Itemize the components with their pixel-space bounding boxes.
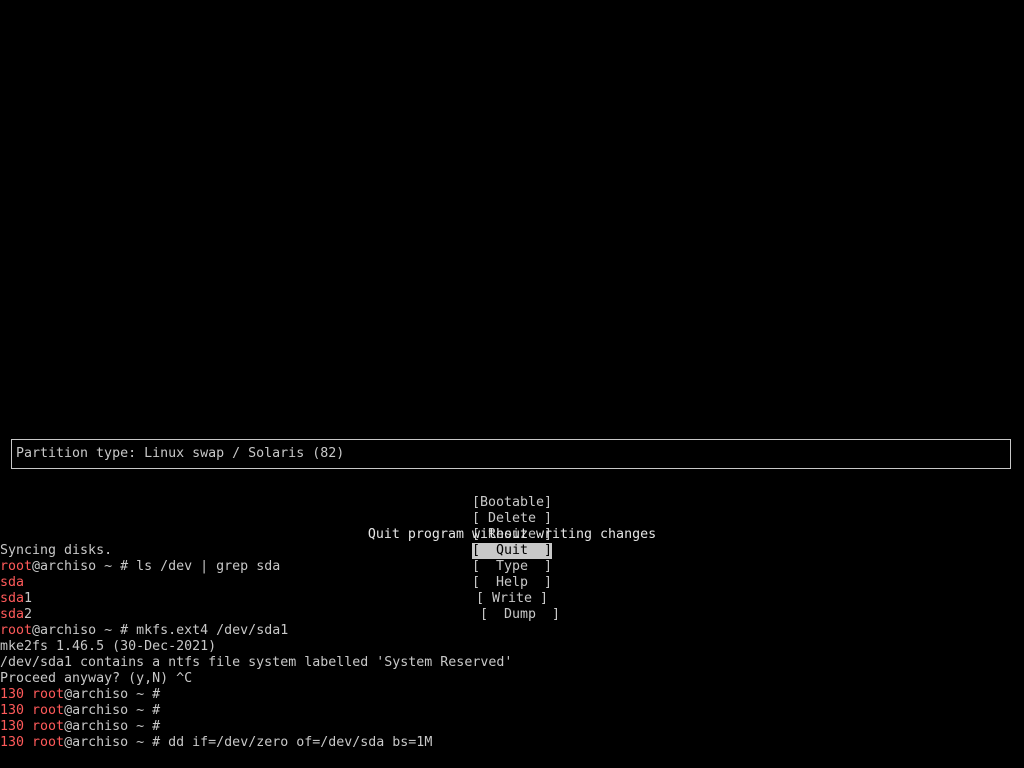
prompt-host: @archiso ~ #: [32, 559, 137, 574]
prompt-user: root: [32, 703, 65, 718]
delete-button[interactable]: [ Delete ]: [472, 511, 552, 527]
prompt-user: root: [32, 735, 65, 750]
dump-button[interactable]: [ Dump ]: [480, 607, 560, 623]
exit-code: 130: [0, 719, 33, 734]
prompt-host: @archiso ~ #: [64, 719, 169, 734]
write-button[interactable]: [ Write ]: [476, 591, 548, 607]
prompt-host: @archiso ~ #: [64, 735, 169, 750]
prompt-user: root: [0, 559, 33, 574]
exit-code: 130: [0, 735, 33, 750]
command-text: mkfs.ext4 /dev/sda1: [136, 623, 289, 638]
cfdisk-menu-bar: [Bootable] [ Delete ] [ Resize ] [ Quit …: [0, 479, 1024, 622]
terminal-line: 130 root@archiso ~ #: [0, 703, 168, 719]
output-text: Syncing disks.: [0, 543, 113, 558]
partition-type-text: Partition type: Linux swap / Solaris (82…: [16, 446, 345, 461]
prompt-host: @archiso ~ #: [64, 703, 169, 718]
terminal-line: /dev/sda1 contains a ntfs file system la…: [0, 655, 512, 671]
terminal-line: root@archiso ~ # mkfs.ext4 /dev/sda1: [0, 623, 288, 639]
exit-code: 130: [0, 687, 33, 702]
command-text: ls /dev | grep sda: [136, 559, 281, 574]
terminal-input-line[interactable]: 130 root@archiso ~ # dd if=/dev/zero of=…: [0, 735, 432, 751]
output-text: 1: [24, 591, 33, 606]
terminal-line: root@archiso ~ # ls /dev | grep sda: [0, 559, 280, 575]
prompt-user: root: [32, 687, 65, 702]
output-text: /dev/sda1 contains a ntfs file system la…: [0, 655, 513, 670]
terminal-line: mke2fs 1.46.5 (30-Dec-2021): [0, 639, 216, 655]
terminal-line: Syncing disks.: [0, 543, 112, 559]
exit-code: 130: [0, 703, 33, 718]
output-text: mke2fs 1.46.5 (30-Dec-2021): [0, 639, 217, 654]
command-text[interactable]: dd if=/dev/zero of=/dev/sda bs=1M: [168, 735, 432, 750]
terminal-line: 130 root@archiso ~ #: [0, 719, 168, 735]
terminal-line: sda1: [0, 591, 32, 607]
terminal-line: Proceed anyway? (y,N) ^C: [0, 671, 192, 687]
prompt-host: @archiso ~ #: [64, 687, 169, 702]
type-button[interactable]: [ Type ]: [472, 559, 552, 575]
device-name: sda: [0, 607, 25, 622]
quit-button[interactable]: [ Quit ]: [471, 543, 553, 559]
help-button[interactable]: [ Help ]: [472, 575, 552, 591]
partition-info-box: Partition type: Linux swap / Solaris (82…: [11, 439, 1011, 469]
prompt-host: @archiso ~ #: [32, 623, 137, 638]
output-text: Proceed anyway? (y,N) ^C: [0, 671, 193, 686]
menu-help-text: Quit program without writing changes: [367, 527, 657, 542]
prompt-user: root: [0, 623, 33, 638]
terminal-line: sda2: [0, 607, 32, 623]
device-name: sda: [0, 591, 25, 606]
terminal-line: 130 root@archiso ~ #: [0, 687, 168, 703]
prompt-user: root: [32, 719, 65, 734]
terminal-line: sda: [0, 575, 24, 591]
device-name: sda: [0, 575, 25, 590]
output-text: 2: [24, 607, 33, 622]
bootable-button[interactable]: [Bootable]: [472, 495, 552, 511]
